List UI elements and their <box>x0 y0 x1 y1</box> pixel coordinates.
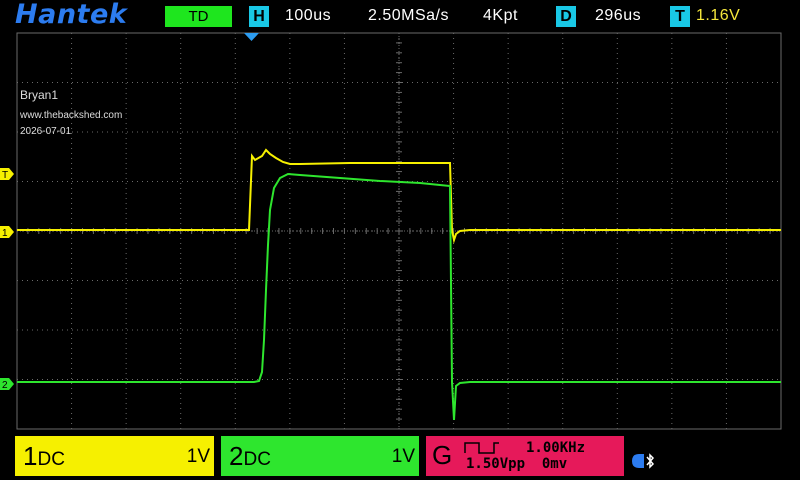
ch1-coupling: DC <box>37 449 65 470</box>
waveform-display[interactable]: T 1 2 <box>0 0 800 436</box>
ch1-number: 1DC <box>23 441 65 471</box>
svg-text:2: 2 <box>2 380 8 391</box>
ch1-scale: 1V <box>186 446 210 467</box>
ch2-scale: 1V <box>391 446 415 467</box>
ch2-number: 2DC <box>229 441 271 471</box>
svg-text:T: T <box>2 170 8 181</box>
user-label: Bryan1 <box>20 88 59 102</box>
bluetooth-icon <box>632 453 655 469</box>
ch2-coupling: DC <box>243 449 271 470</box>
generator-label: G <box>432 440 453 470</box>
generator-offset: 0mv <box>541 456 568 472</box>
square-wave-icon <box>464 442 499 454</box>
ch1-ground-marker[interactable]: 1 <box>0 226 14 239</box>
ch1-status-box[interactable]: 1DC 1V <box>15 436 214 476</box>
ch2-status-box[interactable]: 2DC 1V <box>221 436 419 476</box>
date-label: 2026-07-01 <box>20 126 72 137</box>
generator-status-box[interactable]: G 1.00KHz 1.50Vpp 0mv <box>426 436 624 476</box>
generator-frequency: 1.00KHz <box>526 440 586 456</box>
ch2-ground-marker[interactable]: 2 <box>0 378 14 391</box>
generator-amplitude: 1.50Vpp 0mv <box>466 456 568 472</box>
website-label: www.thebackshed.com <box>20 110 123 121</box>
svg-text:1: 1 <box>2 228 8 239</box>
trigger-position-marker[interactable] <box>244 33 259 41</box>
trigger-level-marker[interactable]: T <box>0 168 14 181</box>
